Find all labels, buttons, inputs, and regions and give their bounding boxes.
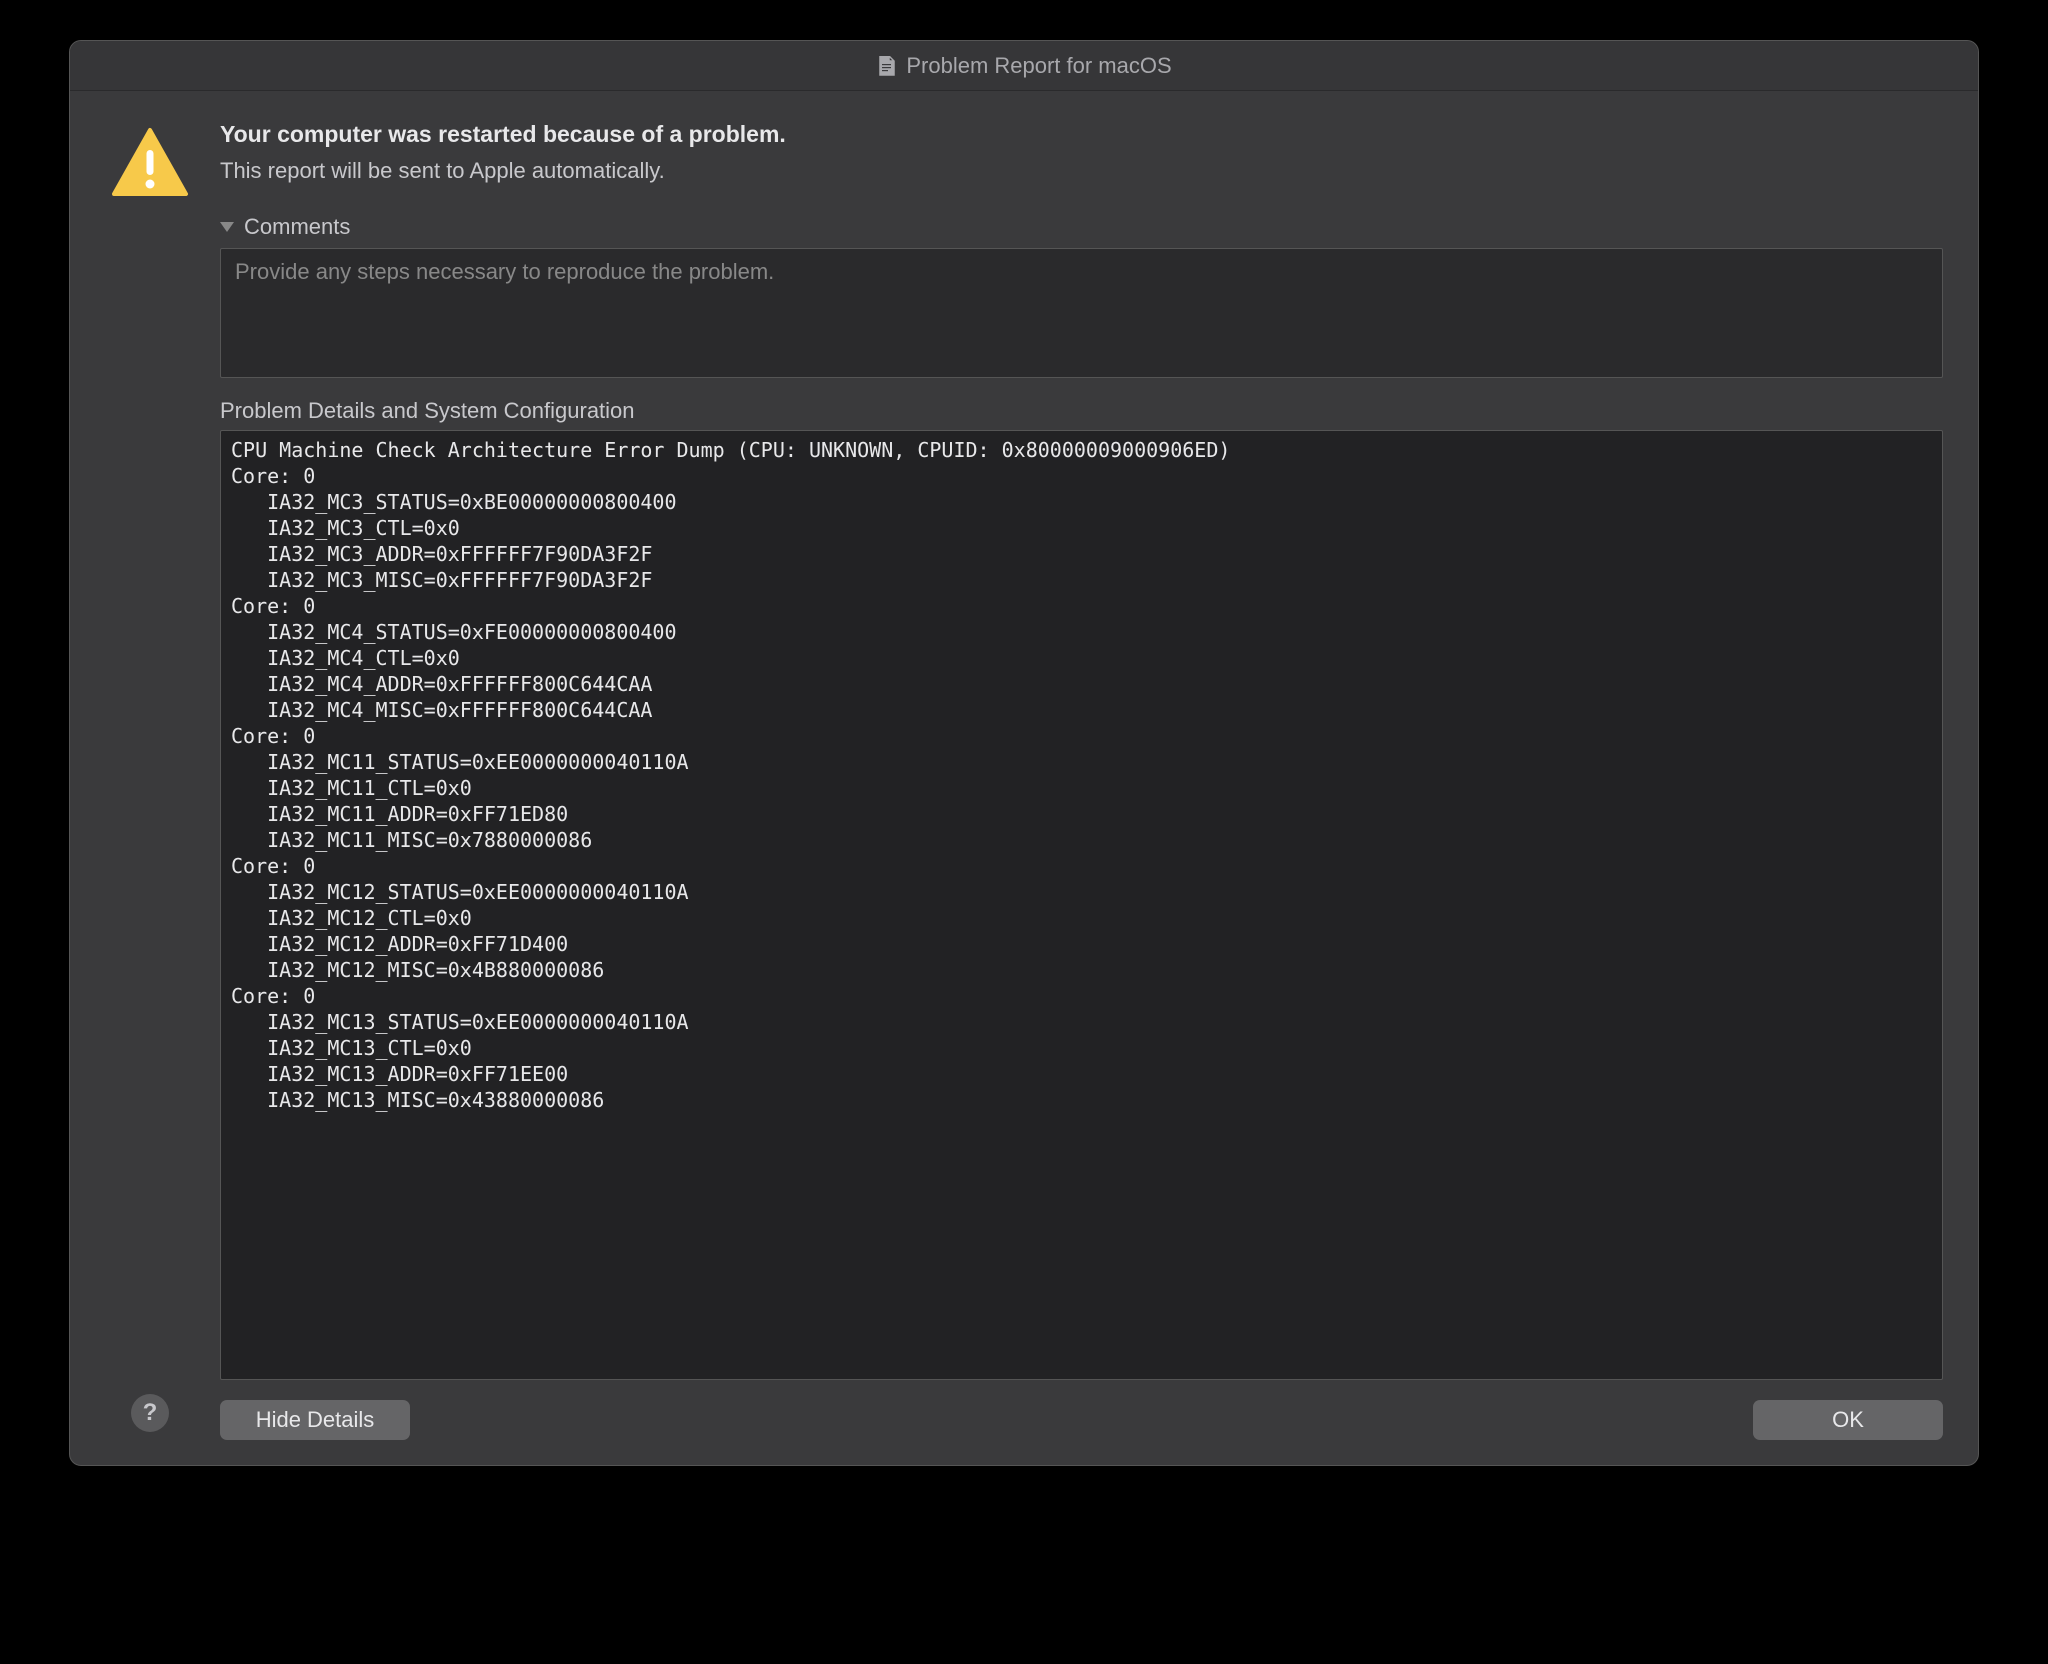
window-title: Problem Report for macOS (906, 53, 1171, 79)
comments-label: Comments (244, 214, 350, 240)
comments-input[interactable] (220, 248, 1943, 378)
warning-icon (110, 126, 190, 203)
report-subheading: This report will be sent to Apple automa… (220, 158, 1943, 184)
chevron-down-icon (220, 222, 234, 232)
details-textbox[interactable]: CPU Machine Check Architecture Error Dum… (220, 430, 1943, 1380)
help-button[interactable]: ? (131, 1394, 169, 1432)
comments-disclosure[interactable]: Comments (220, 214, 1943, 240)
document-icon (876, 56, 896, 76)
window-titlebar[interactable]: Problem Report for macOS (70, 41, 1978, 91)
ok-button[interactable]: OK (1753, 1400, 1943, 1440)
hide-details-button[interactable]: Hide Details (220, 1400, 410, 1440)
report-heading: Your computer was restarted because of a… (220, 121, 1943, 148)
details-label: Problem Details and System Configuration (220, 398, 1943, 424)
problem-report-window: Problem Report for macOS ? Your computer… (69, 40, 1979, 1466)
